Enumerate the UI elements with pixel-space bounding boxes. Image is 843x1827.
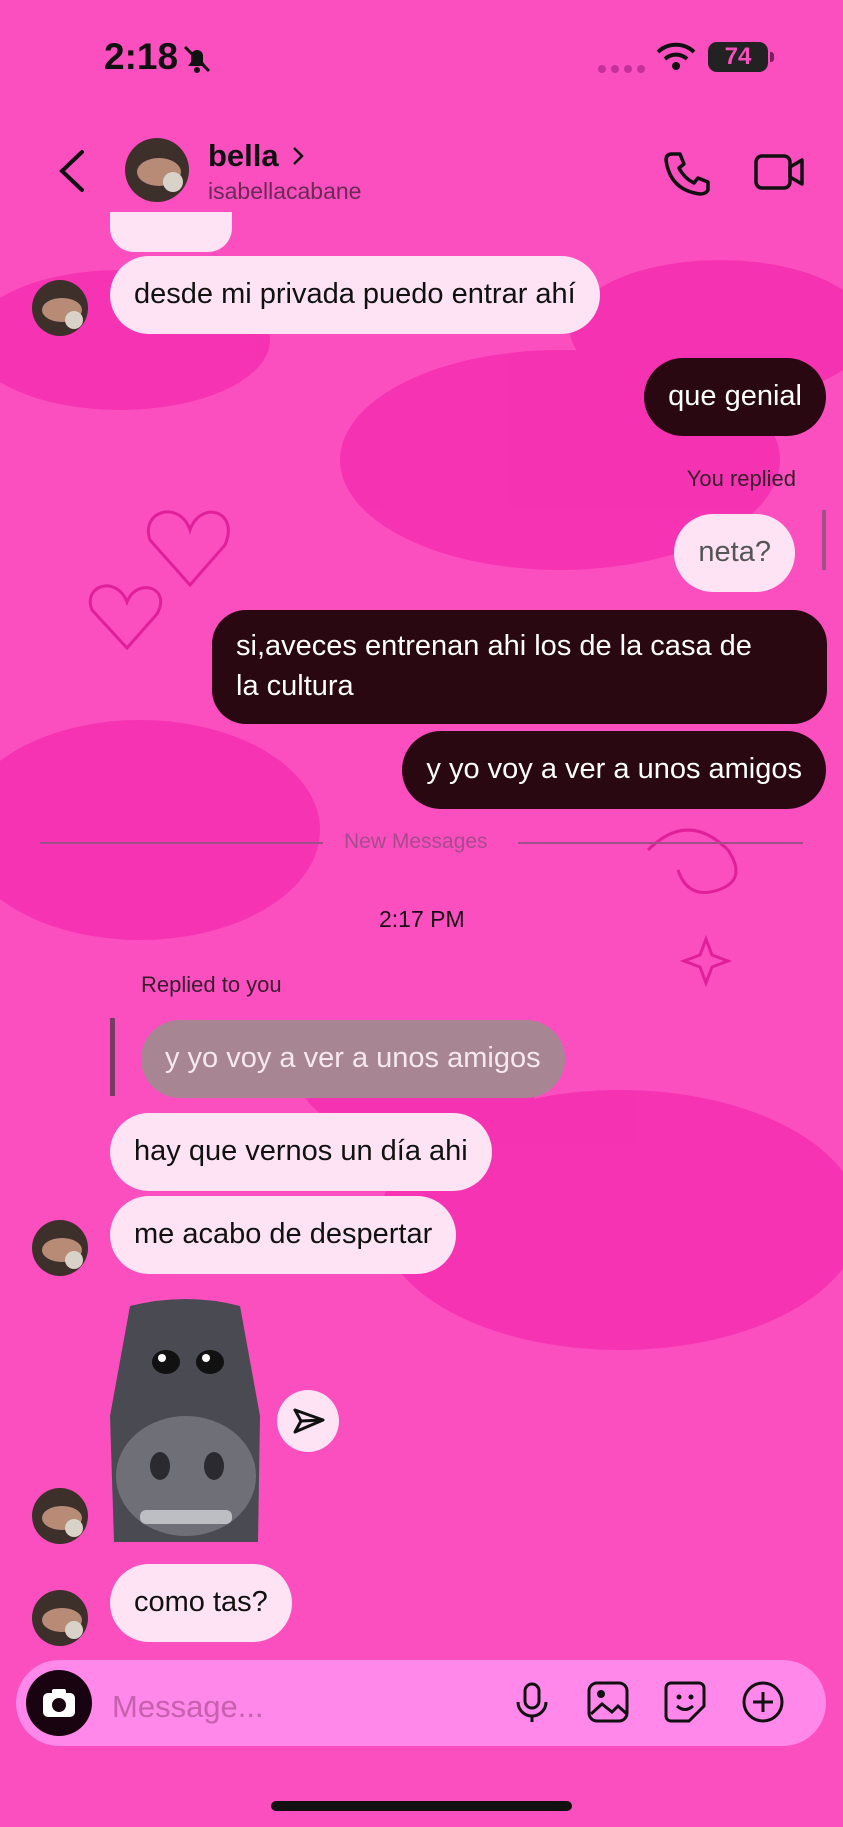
- new-messages-divider-left: [40, 842, 323, 844]
- sticker-icon[interactable]: [663, 1680, 707, 1724]
- sender-avatar[interactable]: [32, 1488, 88, 1544]
- message-input[interactable]: [110, 1684, 494, 1730]
- contact-avatar[interactable]: [125, 138, 189, 202]
- sender-avatar[interactable]: [32, 1590, 88, 1646]
- outgoing-message[interactable]: y yo voy a ver a unos amigos: [402, 731, 826, 809]
- camera-button[interactable]: [26, 1670, 92, 1736]
- bell-slash-icon: [183, 45, 211, 73]
- back-chevron-icon[interactable]: [54, 146, 90, 196]
- message-timestamp: 2:17 PM: [379, 906, 465, 932]
- microphone-icon[interactable]: [510, 1680, 554, 1724]
- incoming-message[interactable]: como tas?: [110, 1564, 292, 1642]
- camera-icon: [43, 1689, 75, 1717]
- incoming-message[interactable]: me acabo de despertar: [110, 1196, 457, 1274]
- home-indicator: [271, 1801, 572, 1811]
- phone-call-icon[interactable]: [662, 148, 710, 196]
- message-line: la cultura: [236, 670, 354, 702]
- sender-avatar[interactable]: [32, 280, 88, 336]
- sender-avatar[interactable]: [32, 1220, 88, 1276]
- outgoing-message[interactable]: que genial: [644, 358, 826, 436]
- image-gallery-icon[interactable]: [586, 1680, 630, 1724]
- signal-dots-icon: [598, 60, 650, 78]
- outgoing-message[interactable]: si,aveces entrenan ahi los de la casa de…: [212, 610, 827, 724]
- quoted-outgoing-message[interactable]: neta?: [674, 514, 795, 592]
- quoted-message[interactable]: y yo voy a ver a unos amigos: [141, 1020, 565, 1098]
- new-messages-label: New Messages: [344, 830, 488, 853]
- message-bubble-partial: [110, 212, 232, 252]
- contact-username: isabellacabane: [208, 178, 362, 204]
- battery-indicator: 74: [708, 42, 774, 72]
- incoming-message[interactable]: hay que vernos un día ahi: [110, 1113, 492, 1191]
- you-replied-label: You replied: [686, 466, 796, 491]
- contact-name[interactable]: bella: [208, 138, 279, 174]
- plus-circle-icon[interactable]: [741, 1680, 785, 1724]
- message-line: si,aveces entrenan ahi los de la casa de: [236, 630, 752, 662]
- new-messages-divider-right: [518, 842, 803, 844]
- share-button[interactable]: [277, 1390, 339, 1452]
- status-time: 2:18: [104, 36, 179, 77]
- reply-indicator-bar: [822, 510, 826, 570]
- video-call-icon[interactable]: [754, 150, 804, 194]
- replied-to-you-label: Replied to you: [141, 972, 282, 997]
- reply-indicator-bar: [110, 1018, 115, 1096]
- chevron-right-icon[interactable]: [290, 145, 306, 167]
- incoming-message[interactable]: desde mi privada puedo entrar ahí: [110, 256, 600, 334]
- wifi-icon: [656, 42, 696, 70]
- donkey-sticker-image[interactable]: [110, 1296, 262, 1542]
- send-icon: [293, 1408, 325, 1434]
